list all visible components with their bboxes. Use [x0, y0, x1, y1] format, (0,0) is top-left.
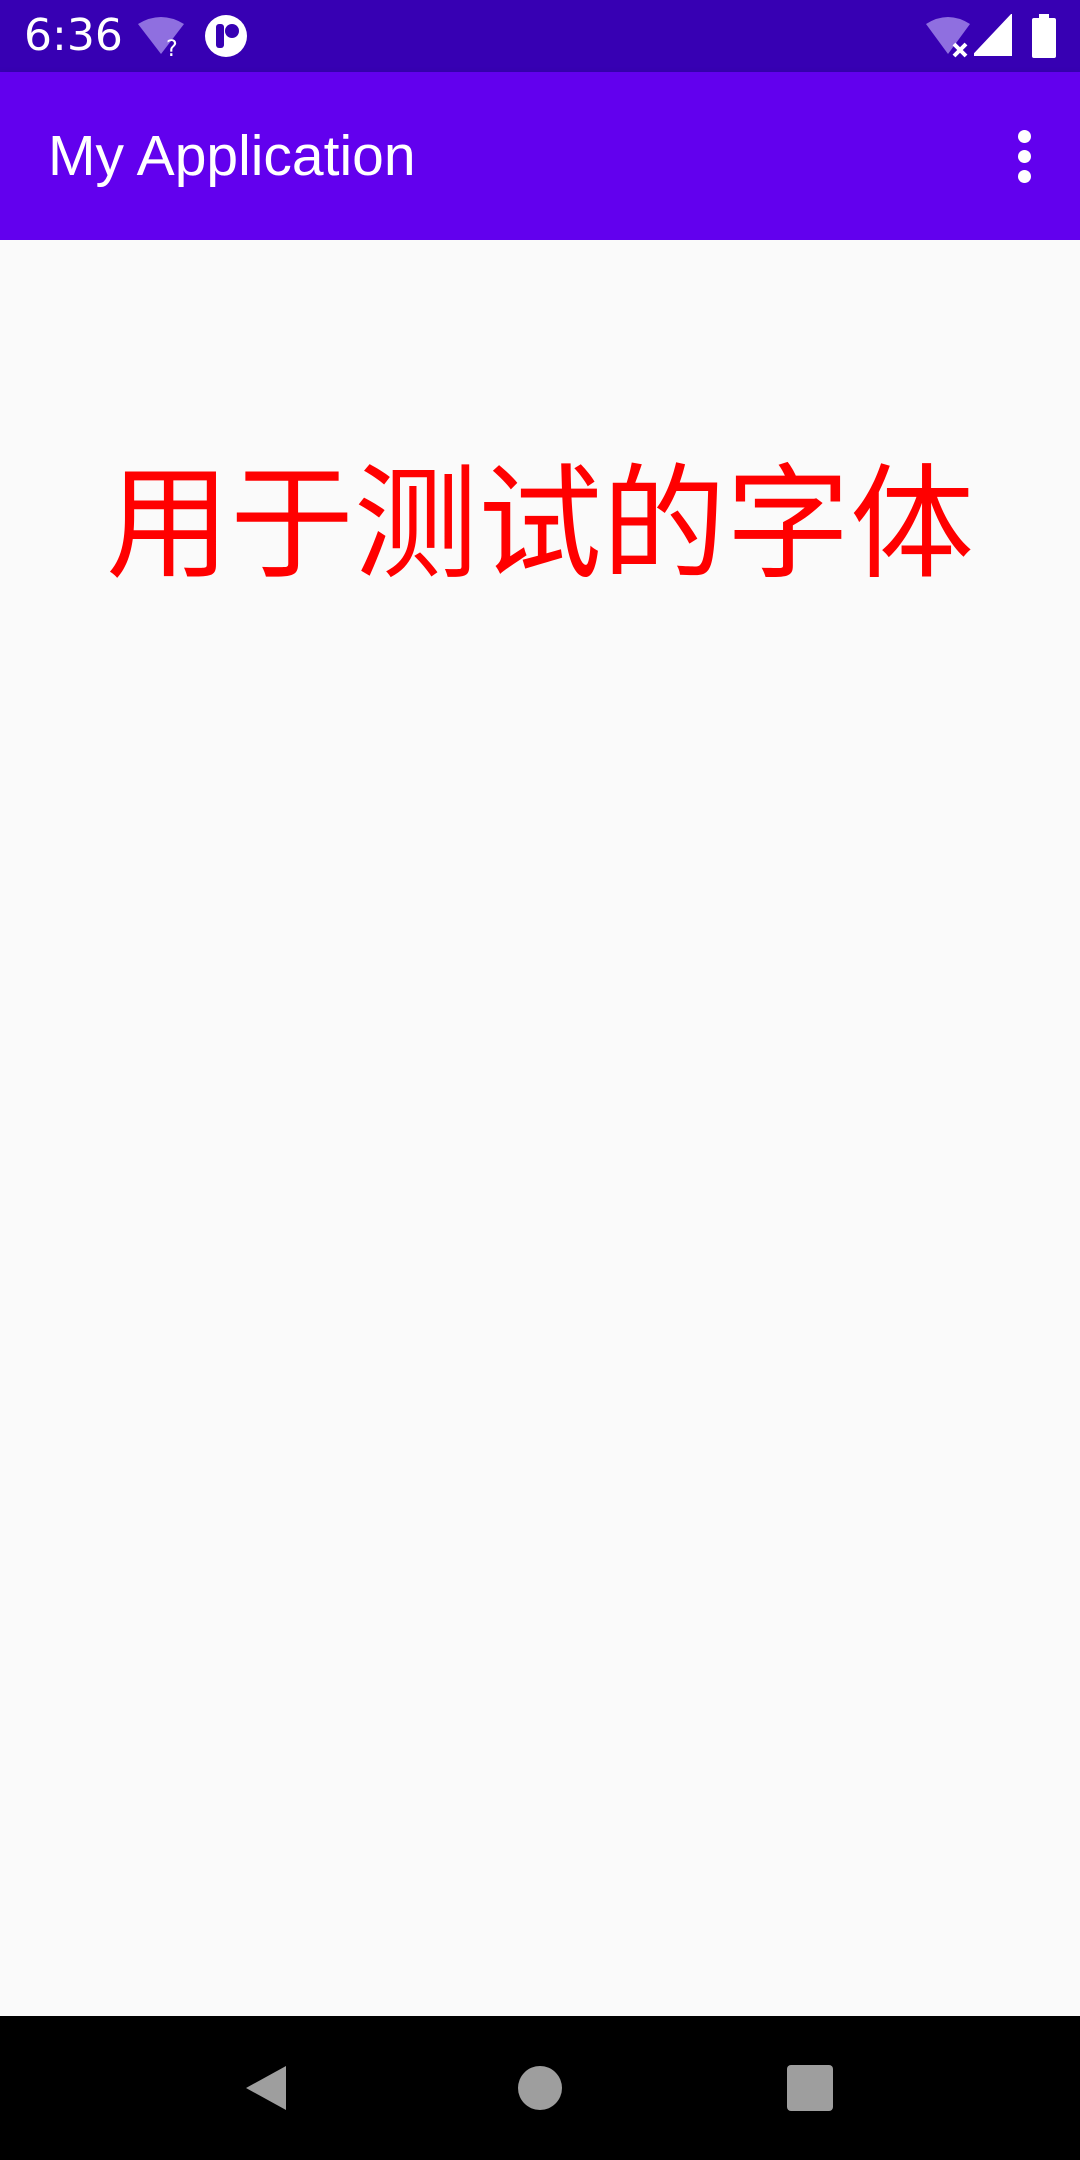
main-content: 用于测试的字体 [0, 240, 1080, 2016]
home-icon[interactable] [516, 2064, 564, 2112]
status-time: 6:36 [24, 10, 123, 61]
screen: 6:36 ? My Application 用于测试的字体 [0, 0, 1080, 2160]
wifi-off-icon [926, 17, 970, 58]
app-bar: My Application [0, 72, 1080, 240]
app-title: My Application [48, 124, 416, 188]
back-icon[interactable] [242, 2064, 290, 2112]
wifi-question-icon: ? [138, 17, 184, 58]
recents-icon[interactable] [786, 2064, 834, 2112]
status-bar: 6:36 ? [0, 0, 1080, 72]
more-vert-icon[interactable] [992, 108, 1056, 204]
navigation-bar [0, 2016, 1080, 2160]
test-font-text: 用于测试的字体 [105, 453, 974, 597]
cell-signal-icon [974, 14, 1012, 56]
svg-text:?: ? [166, 37, 178, 58]
notification-icon [205, 15, 247, 57]
battery-icon [1032, 14, 1056, 58]
